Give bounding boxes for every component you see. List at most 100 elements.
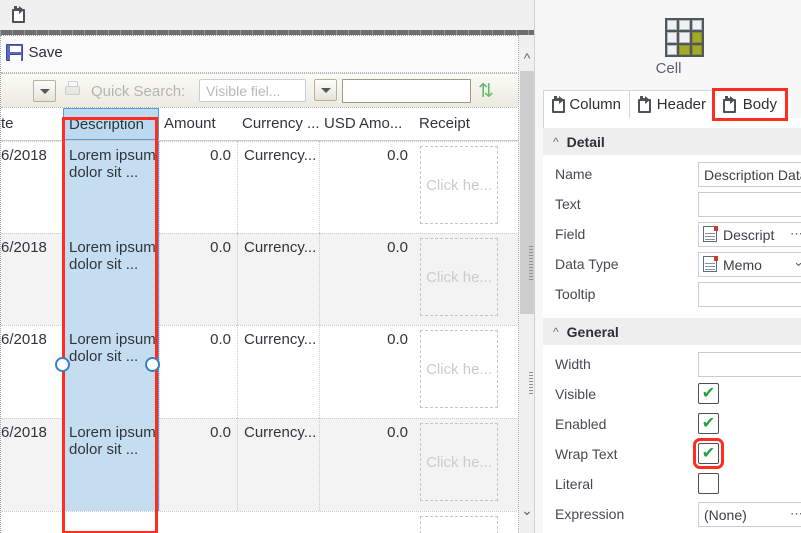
visible-fields-select[interactable]: Visible fiel... bbox=[199, 79, 306, 102]
chevron-up-icon[interactable]: ^ bbox=[519, 47, 534, 69]
memo-field-icon bbox=[702, 226, 719, 243]
section-header-detail[interactable]: ^ Detail bbox=[543, 128, 801, 155]
cell-date[interactable]: 6/2018 bbox=[1, 418, 63, 511]
cell-currency[interactable]: Currency... bbox=[237, 141, 319, 233]
tooltip-input[interactable] bbox=[698, 282, 801, 307]
property-label-text: Text bbox=[555, 196, 581, 212]
expression-ellipsis-button[interactable]: ⋯ bbox=[790, 506, 801, 522]
cell-currency[interactable]: Currency... bbox=[237, 233, 319, 325]
chevron-up-icon: ^ bbox=[553, 135, 559, 149]
quick-search-bar: Quick Search: Visible fiel... ⇅ bbox=[1, 73, 519, 108]
column-header-date[interactable]: te bbox=[1, 108, 63, 140]
expression-picker[interactable]: (None) ⋯ bbox=[698, 502, 801, 527]
cell-date[interactable]: 6/2018 bbox=[1, 141, 63, 233]
receipt-dropzone[interactable]: Click he... bbox=[420, 238, 498, 316]
column-resize-handle-right[interactable] bbox=[145, 357, 160, 372]
receipt-dropzone[interactable]: Click he... bbox=[420, 146, 498, 224]
properties-list: ^ Detail Name Description Data Text Fiel… bbox=[543, 128, 801, 533]
cell-receipt[interactable]: Click he... bbox=[414, 325, 519, 418]
wrap-text-checkbox[interactable]: ✔ bbox=[698, 443, 719, 464]
cell-receipt[interactable]: Click he... bbox=[414, 141, 519, 233]
cell-amount[interactable]: 0.0 bbox=[159, 418, 237, 511]
refresh-icon[interactable]: ⇅ bbox=[478, 82, 498, 101]
cell-receipt[interactable] bbox=[414, 511, 519, 533]
receipt-dropzone[interactable] bbox=[420, 516, 498, 533]
cell-date[interactable]: 6/2018 bbox=[1, 233, 63, 325]
filter-dropdown-button[interactable] bbox=[33, 80, 56, 102]
literal-checkbox[interactable] bbox=[698, 473, 719, 494]
property-row-wrap-text: Wrap Text ✔ bbox=[543, 440, 801, 470]
table-row[interactable] bbox=[1, 511, 519, 533]
cell-receipt[interactable]: Click he... bbox=[414, 233, 519, 325]
visible-fields-dropdown-button[interactable] bbox=[314, 79, 337, 101]
chevron-down-icon[interactable]: ⌄ bbox=[519, 499, 534, 521]
data-type-value: Memo bbox=[723, 257, 762, 273]
search-input[interactable] bbox=[342, 79, 471, 103]
properties-tab-strip: Column Header Body bbox=[543, 90, 801, 119]
panel-splitter-grip[interactable] bbox=[529, 372, 533, 394]
paste-cell-icon[interactable] bbox=[10, 6, 28, 23]
property-label-width: Width bbox=[555, 356, 591, 372]
cell-description[interactable]: Lorem ipsum dolor sit ... bbox=[63, 141, 159, 233]
receipt-dropzone[interactable]: Click he... bbox=[420, 423, 498, 501]
cell-date[interactable]: 6/2018 bbox=[1, 325, 63, 418]
column-header-amount[interactable]: Amount bbox=[164, 108, 237, 140]
property-label-literal: Literal bbox=[555, 476, 593, 492]
visible-fields-value: Visible fiel... bbox=[206, 83, 280, 99]
cell-usd-amount[interactable]: 0.0 bbox=[319, 141, 414, 233]
name-input[interactable]: Description Data bbox=[698, 162, 801, 187]
table-row[interactable]: 6/2018 Lorem ipsum dolor sit ... 0.0 Cur… bbox=[1, 418, 519, 511]
field-picker[interactable]: Descript ⋯ bbox=[698, 222, 801, 247]
cell-usd-amount[interactable]: 0.0 bbox=[319, 233, 414, 325]
tab-body[interactable]: Body bbox=[714, 90, 786, 119]
panel-splitter-grip[interactable] bbox=[529, 246, 533, 282]
section-header-general[interactable]: ^ General bbox=[543, 318, 801, 345]
chevron-up-icon: ^ bbox=[553, 325, 559, 339]
cell-amount[interactable]: 0.0 bbox=[159, 141, 237, 233]
tab-header[interactable]: Header bbox=[629, 90, 715, 119]
visible-checkbox[interactable]: ✔ bbox=[698, 383, 719, 404]
cell-description[interactable]: Lorem ipsum dolor sit ... bbox=[63, 233, 159, 325]
field-picker-ellipsis-button[interactable]: ⋯ bbox=[790, 226, 801, 242]
column-header-receipt[interactable]: Receipt bbox=[419, 108, 514, 140]
save-button[interactable]: Save bbox=[29, 44, 63, 61]
tab-strip-underline bbox=[543, 118, 801, 128]
print-icon[interactable] bbox=[64, 81, 83, 100]
cell-usd-amount[interactable]: 0.0 bbox=[319, 325, 414, 418]
property-row-name: Name Description Data bbox=[543, 160, 801, 190]
cell-usd-amount[interactable]: 0.0 bbox=[319, 418, 414, 511]
cell-description[interactable]: Lorem ipsum dolor sit ... bbox=[63, 325, 159, 418]
enabled-checkbox[interactable]: ✔ bbox=[698, 413, 719, 434]
column-header-usd-amount[interactable]: USD Amo... bbox=[324, 108, 414, 140]
chevron-down-icon[interactable]: ⌄ bbox=[793, 254, 801, 270]
cell-currency[interactable]: Currency... bbox=[237, 418, 319, 511]
cell-description[interactable]: Lorem ipsum dolor sit ... bbox=[63, 418, 159, 511]
text-input[interactable] bbox=[698, 192, 801, 217]
section-title-general: General bbox=[567, 324, 619, 340]
cell-amount[interactable]: 0.0 bbox=[159, 233, 237, 325]
cell-currency[interactable]: Currency... bbox=[237, 325, 319, 418]
tab-column-label: Column bbox=[569, 96, 621, 113]
receipt-dropzone[interactable]: Click he... bbox=[420, 330, 498, 408]
paste-cell-icon bbox=[550, 96, 564, 113]
table-row[interactable]: 6/2018 Lorem ipsum dolor sit ... 0.0 Cur… bbox=[1, 325, 519, 418]
property-label-expression: Expression bbox=[555, 506, 624, 522]
save-toolbar-group: te Save bbox=[0, 44, 63, 61]
width-input[interactable] bbox=[698, 352, 801, 377]
column-header-currency[interactable]: Currency ... bbox=[242, 108, 319, 140]
data-type-select[interactable]: Memo ⌄ bbox=[698, 252, 801, 277]
table-row[interactable]: 6/2018 Lorem ipsum dolor sit ... 0.0 Cur… bbox=[1, 233, 519, 325]
property-row-data-type: Data Type Memo ⌄ bbox=[543, 250, 801, 280]
table-row[interactable]: 6/2018 Lorem ipsum dolor sit ... 0.0 Cur… bbox=[1, 141, 519, 233]
cell-amount[interactable]: 0.0 bbox=[159, 325, 237, 418]
paste-cell-icon bbox=[721, 96, 738, 113]
tab-column[interactable]: Column bbox=[543, 90, 630, 119]
cell-receipt[interactable]: Click he... bbox=[414, 418, 519, 511]
designer-vertical-scrollbar[interactable]: ^ ⌄ bbox=[518, 35, 534, 533]
property-row-field: Field Descript ⋯ bbox=[543, 220, 801, 250]
column-resize-handle-left[interactable] bbox=[55, 357, 70, 372]
property-label-wrap-text: Wrap Text bbox=[555, 446, 618, 462]
designer-topbar bbox=[0, 0, 534, 33]
application-window: te Save Quick Search: Visible fiel... bbox=[0, 0, 801, 533]
column-header-description[interactable]: Description bbox=[63, 108, 159, 140]
